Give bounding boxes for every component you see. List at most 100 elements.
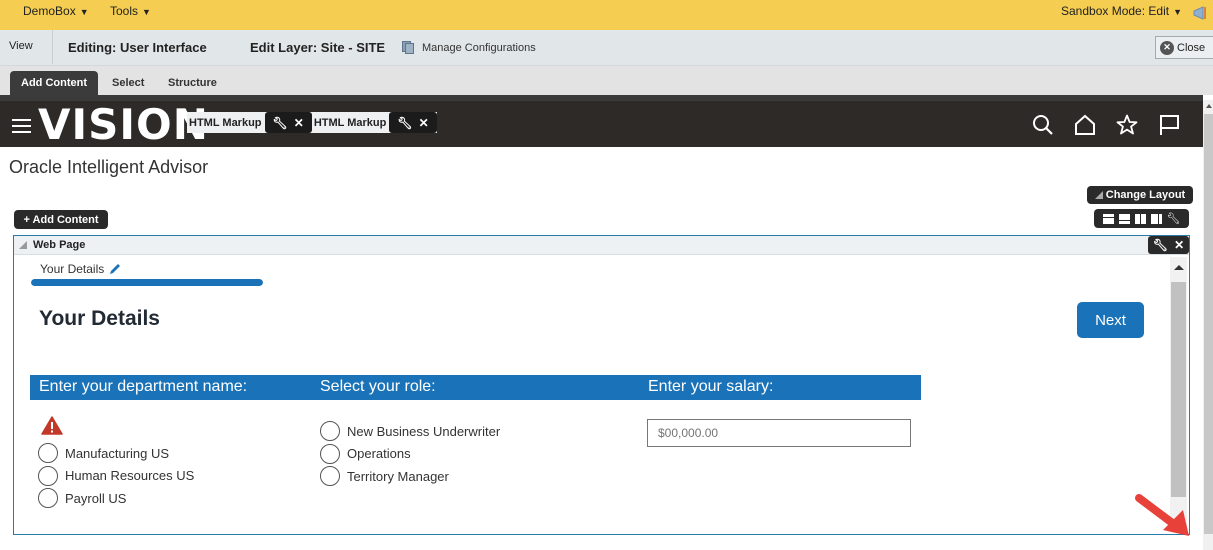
scroll-thumb[interactable] xyxy=(1171,282,1186,497)
role-question: Select your role: xyxy=(320,378,436,395)
hamburger-menu-icon[interactable] xyxy=(12,119,31,137)
corner-icon xyxy=(1094,191,1103,199)
divider xyxy=(52,30,53,64)
chevron-down-icon: ▼ xyxy=(1173,7,1182,17)
configurations-icon xyxy=(402,41,416,54)
next-button[interactable]: Next xyxy=(1077,302,1144,338)
frame-tools: 🔧︎ ✕ xyxy=(1148,236,1189,254)
tab-add-content[interactable]: Add Content xyxy=(10,71,98,95)
widget-tools: 🔧︎ ✕ xyxy=(389,112,437,133)
layout-row-bottom-icon[interactable] xyxy=(1118,213,1130,224)
tab-structure[interactable]: Structure xyxy=(157,71,228,95)
web-page-label: Web Page xyxy=(33,239,86,251)
radio-label: Operations xyxy=(347,446,411,462)
demobox-menu-label: DemoBox xyxy=(23,4,76,18)
salary-input[interactable] xyxy=(647,419,911,447)
page-title: Oracle Intelligent Advisor xyxy=(9,157,209,177)
radio-label: Territory Manager xyxy=(347,468,449,484)
progress-bar xyxy=(31,279,263,286)
corner-icon xyxy=(19,241,27,249)
frame-scrollbar[interactable] xyxy=(1170,257,1187,532)
radio-option-department[interactable]: Payroll US xyxy=(38,487,194,510)
page-scrollbar[interactable] xyxy=(1203,100,1213,550)
nav-icons xyxy=(1031,113,1213,137)
top-menu-bar: DemoBox ▼ Tools ▼ Sandbox Mode: Edit ▼ xyxy=(0,0,1213,30)
html-markup-widget-label: HTML Markup xyxy=(189,116,262,129)
star-icon[interactable] xyxy=(1115,113,1139,137)
web-page-header: Web Page xyxy=(14,236,1189,255)
warning-icon xyxy=(41,416,63,435)
view-button[interactable]: View xyxy=(9,40,33,52)
radio-option-role[interactable]: Operations xyxy=(320,443,500,466)
scroll-up-icon[interactable] xyxy=(1206,104,1212,108)
scroll-thumb[interactable] xyxy=(1204,114,1213,534)
radio-button[interactable] xyxy=(320,443,340,464)
wrench-icon[interactable]: 🔧︎ xyxy=(397,116,412,130)
radio-button[interactable] xyxy=(38,488,58,509)
demobox-menu[interactable]: DemoBox ▼ xyxy=(23,4,89,18)
wrench-icon[interactable]: 🔧︎ xyxy=(273,116,288,130)
radio-option-role[interactable]: New Business Underwriter xyxy=(320,420,500,443)
sandbox-mode-label: Sandbox Mode: Edit xyxy=(1061,4,1170,18)
radio-option-department[interactable]: Manufacturing US xyxy=(38,442,194,465)
radio-button[interactable] xyxy=(38,465,58,486)
question-header-bar: Enter your department name: Select your … xyxy=(30,375,921,400)
radio-label: New Business Underwriter xyxy=(347,423,501,439)
layout-tools: 🔧︎ xyxy=(1094,209,1189,228)
tab-select[interactable]: Select xyxy=(101,71,155,95)
site-navbar: VISION HTML Markup 🔧︎ ✕ HTML Markup 🔧︎ ✕ xyxy=(0,95,1213,149)
close-button[interactable]: ✕ Close xyxy=(1155,36,1213,59)
layout-row-top-icon[interactable] xyxy=(1102,213,1114,224)
change-layout-button[interactable]: Change Layout xyxy=(1087,186,1193,204)
edit-toolbar: View Editing: User Interface Edit Layer:… xyxy=(0,30,1213,66)
edit-layer-label: Edit Layer: Site - SITE xyxy=(250,40,386,55)
editing-label: Editing: User Interface xyxy=(68,40,207,55)
department-question: Enter your department name: xyxy=(39,378,248,395)
widget-tools: 🔧︎ ✕ xyxy=(264,112,312,133)
close-label: Close xyxy=(1177,41,1206,54)
close-icon[interactable]: ✕ xyxy=(419,116,429,130)
progress-fill xyxy=(31,279,263,286)
tools-menu[interactable]: Tools ▼ xyxy=(110,4,151,18)
screen-title: Your Details xyxy=(39,307,160,330)
html-markup-widgets: HTML Markup 🔧︎ ✕ HTML Markup 🔧︎ ✕ xyxy=(187,112,437,133)
radio-button[interactable] xyxy=(320,466,340,487)
wrench-icon[interactable]: 🔧︎ xyxy=(1153,238,1168,252)
add-content-button[interactable]: + Add Content xyxy=(14,210,108,229)
change-layout-label: Change Layout xyxy=(1105,189,1186,201)
chevron-down-icon: ▼ xyxy=(79,7,89,17)
layout-two-column-icon[interactable] xyxy=(1134,213,1146,224)
vision-logo: VISION xyxy=(38,100,209,149)
sandbox-mode-menu[interactable]: Sandbox Mode: Edit ▼ xyxy=(1061,4,1182,18)
radio-button[interactable] xyxy=(320,421,340,442)
role-radio-group: New Business Underwriter Operations Terr… xyxy=(320,420,500,488)
pencil-icon[interactable] xyxy=(109,263,121,275)
annotation-arrow-icon xyxy=(1135,494,1189,536)
tools-menu-label: Tools xyxy=(110,4,139,18)
step-your-details[interactable]: Your Details xyxy=(40,262,121,276)
radio-button[interactable] xyxy=(38,443,58,464)
megaphone-icon[interactable] xyxy=(1193,6,1207,20)
flag-icon[interactable] xyxy=(1157,113,1181,137)
manage-configurations-link[interactable]: Manage Configurations xyxy=(402,41,536,54)
salary-question: Enter your salary: xyxy=(648,378,774,395)
search-icon[interactable] xyxy=(1031,113,1055,137)
web-page-container: Web Page 🔧︎ ✕ Your Details Your Details N… xyxy=(13,235,1190,535)
html-markup-widget-label: HTML Markup xyxy=(313,116,387,129)
department-radio-group: Manufacturing US Human Resources US Payr… xyxy=(38,442,194,510)
radio-option-department[interactable]: Human Resources US xyxy=(38,465,194,488)
editor-tabs: Add Content Select Structure xyxy=(0,66,1213,95)
manage-configurations-label: Manage Configurations xyxy=(422,41,536,54)
radio-label: Human Resources US xyxy=(65,468,195,484)
scroll-up-icon[interactable] xyxy=(1174,265,1184,270)
chevron-down-icon: ▼ xyxy=(142,7,151,17)
close-icon[interactable]: ✕ xyxy=(1174,238,1184,252)
radio-option-role[interactable]: Territory Manager xyxy=(320,465,500,488)
step-label: Your Details xyxy=(40,262,105,276)
radio-label: Payroll US xyxy=(65,490,127,506)
radio-label: Manufacturing US xyxy=(65,445,170,461)
close-icon[interactable]: ✕ xyxy=(294,116,304,130)
home-icon[interactable] xyxy=(1073,113,1097,137)
wrench-icon[interactable]: 🔧︎ xyxy=(1167,212,1181,225)
layout-sidebar-icon[interactable] xyxy=(1150,213,1162,224)
